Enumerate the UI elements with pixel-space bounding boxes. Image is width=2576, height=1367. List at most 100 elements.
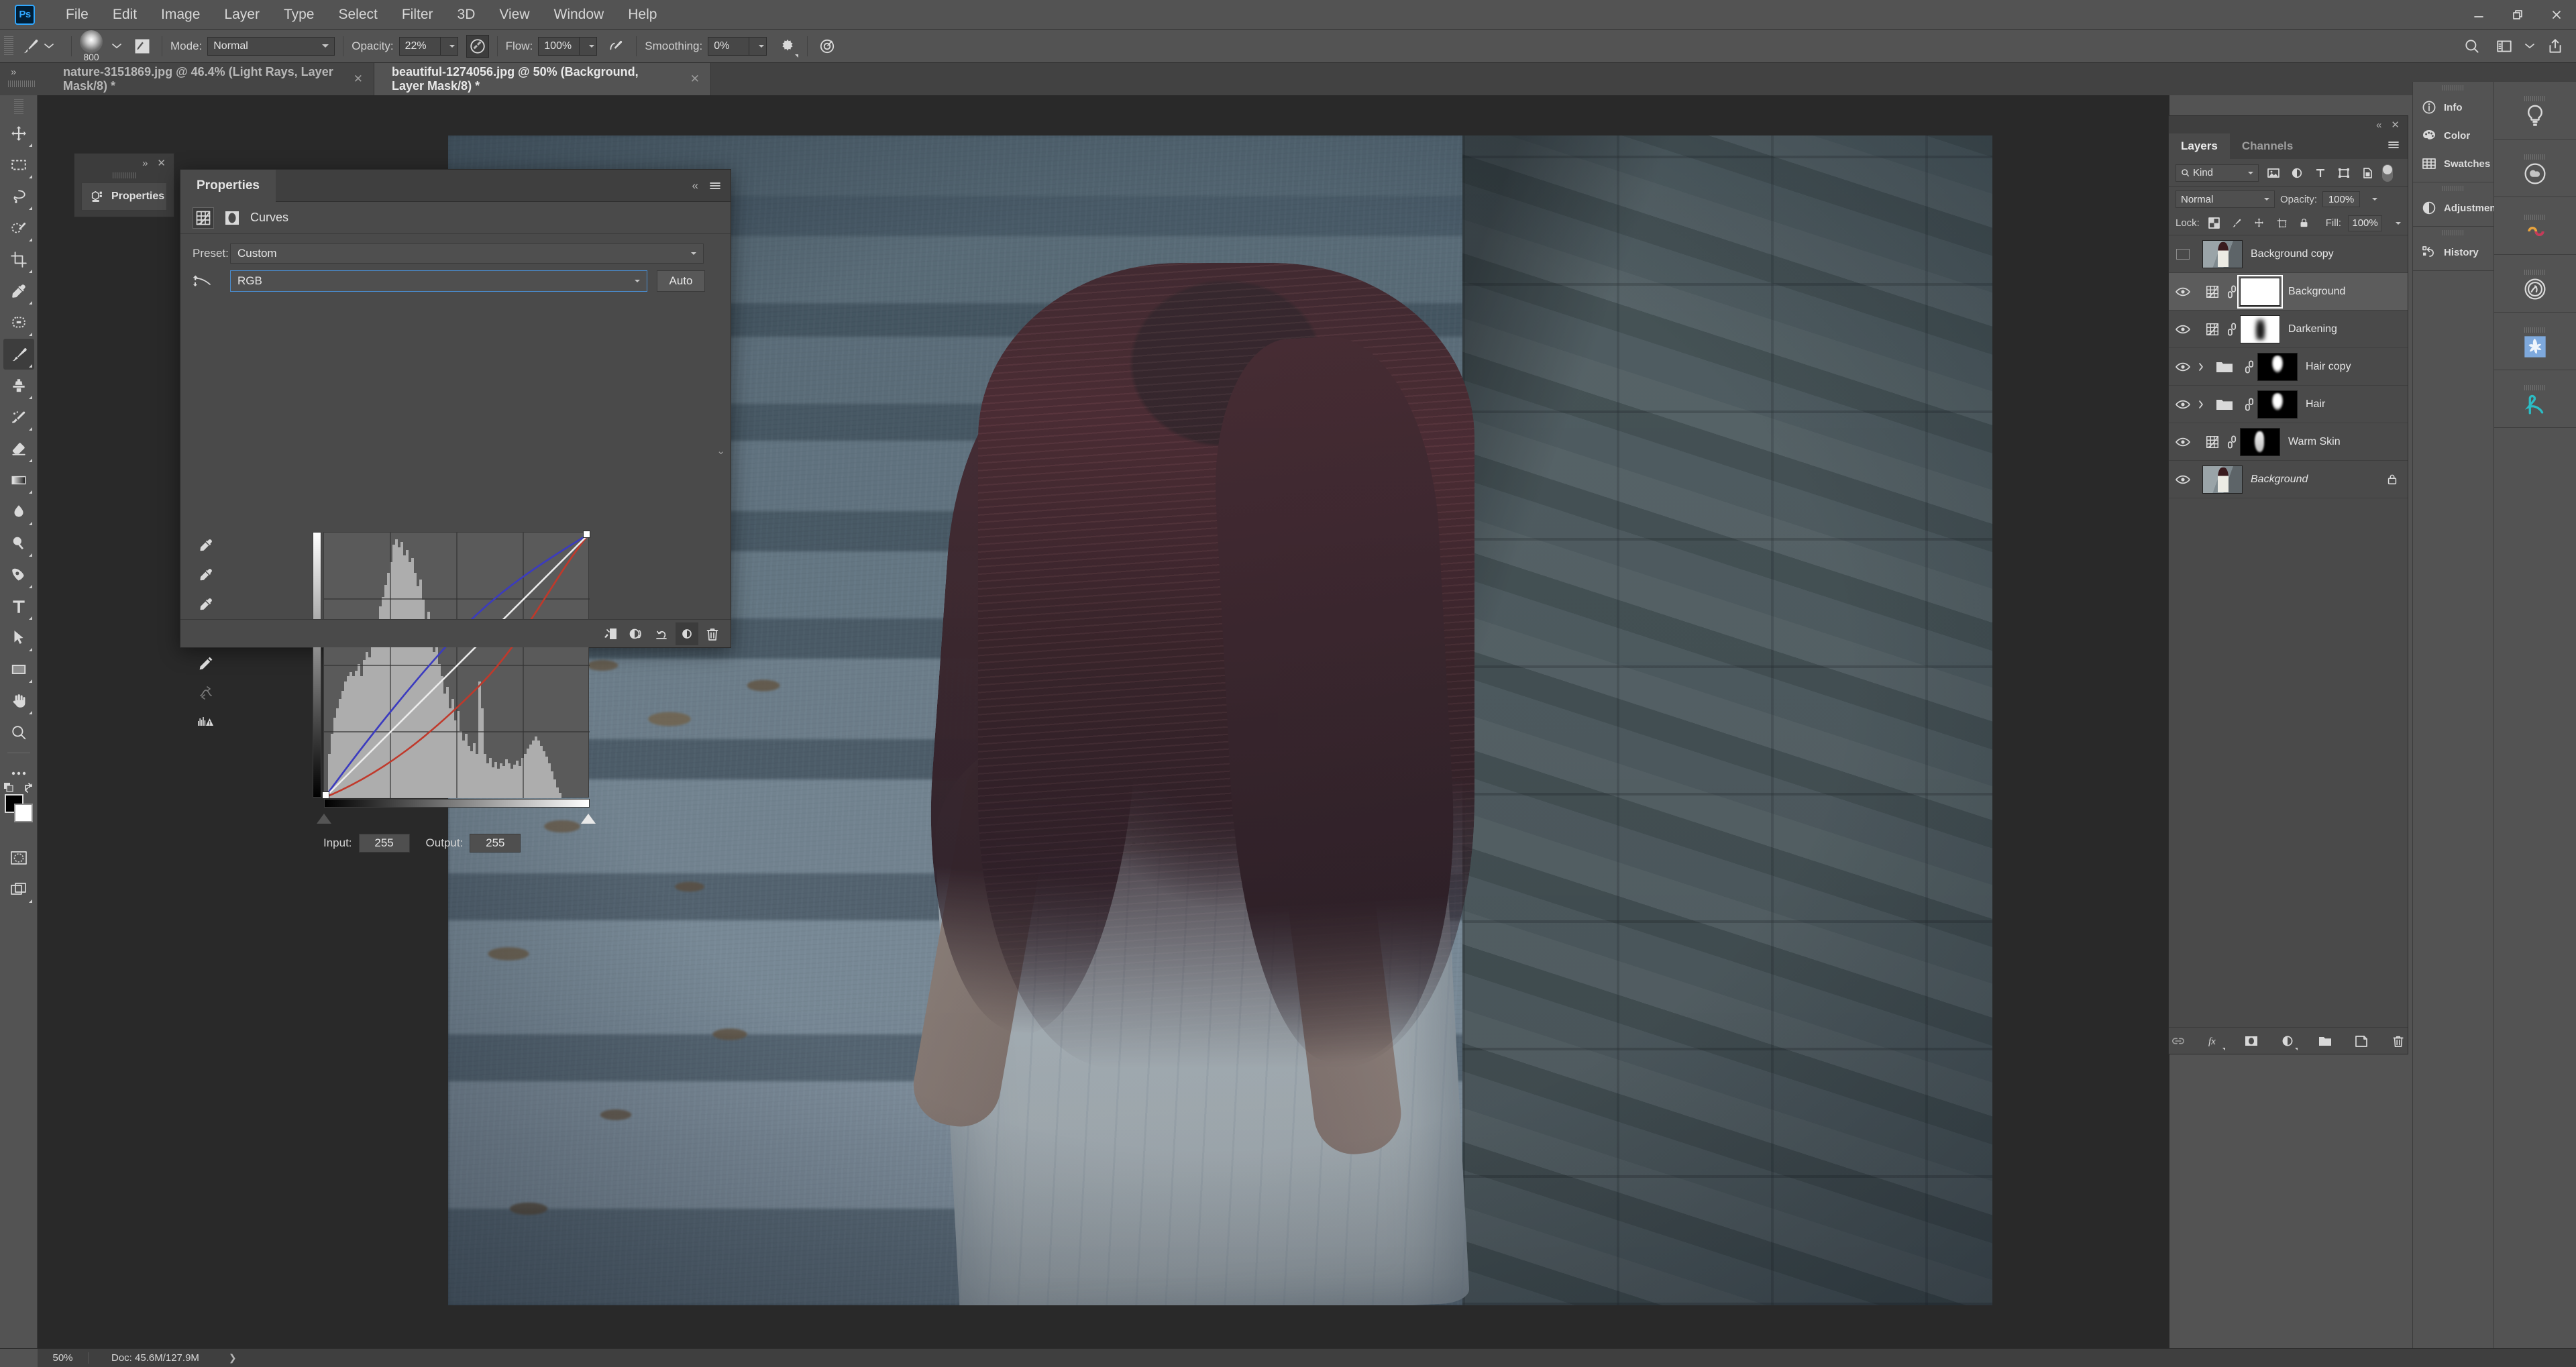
filter-smart-objects[interactable]: [2359, 164, 2376, 182]
brush-size-preview[interactable]: 800: [80, 30, 103, 62]
filter-type-layers[interactable]: [2312, 164, 2329, 182]
dock-grip[interactable]: [2524, 96, 2546, 101]
gradient-tool[interactable]: [3, 465, 34, 496]
tool-flyout-indicator[interactable]: [28, 396, 32, 399]
auto-button[interactable]: Auto: [657, 270, 705, 292]
swap-colors-icon[interactable]: [23, 782, 34, 793]
tool-flyout-indicator[interactable]: [28, 144, 32, 147]
minimize-button[interactable]: [2459, 0, 2498, 30]
lock-transparent-pixels[interactable]: [2206, 215, 2222, 232]
mask-link-icon[interactable]: [2224, 323, 2240, 336]
clip-to-layer-button[interactable]: [599, 622, 622, 645]
dodge-tool[interactable]: [3, 528, 34, 559]
layer-thumbnail[interactable]: [2202, 465, 2243, 494]
hand-tool[interactable]: [3, 686, 34, 716]
tool-flyout-indicator[interactable]: [28, 207, 32, 210]
dock-grip[interactable]: [2524, 154, 2546, 160]
layer-row[interactable]: Background: [2169, 273, 2408, 311]
expand-chevrons-icon[interactable]: »: [11, 66, 16, 78]
layer-row[interactable]: Hair copy: [2169, 348, 2408, 386]
layer-row[interactable]: Hair: [2169, 386, 2408, 423]
curves-icon[interactable]: [193, 207, 214, 229]
white-input-slider[interactable]: [581, 814, 596, 824]
input-field[interactable]: 255: [358, 834, 410, 853]
blend-mode-select[interactable]: Normal: [207, 36, 335, 56]
mask-link-icon[interactable]: [2241, 360, 2257, 374]
preset-select[interactable]: Custom: [230, 243, 704, 264]
menu-file[interactable]: File: [54, 0, 101, 30]
close-tab-icon[interactable]: ✕: [690, 72, 700, 86]
filter-pixel-layers[interactable]: [2265, 164, 2282, 182]
filter-kind-select[interactable]: Kind: [2176, 164, 2259, 182]
opacity-dropdown-button[interactable]: [440, 36, 458, 56]
dock-item-color[interactable]: Color: [2413, 121, 2493, 150]
properties-dock-grip[interactable]: [113, 172, 136, 178]
brush-tool-preset-icon[interactable]: [19, 35, 42, 58]
expand-group-chevron-icon[interactable]: [2197, 399, 2208, 410]
menu-view[interactable]: View: [487, 0, 541, 30]
layer-row[interactable]: Background: [2169, 461, 2408, 498]
curves-adjustment-icon[interactable]: [2201, 435, 2224, 449]
new-group-button[interactable]: [2315, 1031, 2334, 1051]
mask-link-icon[interactable]: [2224, 435, 2240, 449]
tool-flyout-indicator[interactable]: [28, 616, 32, 620]
tool-flyout-indicator[interactable]: [28, 899, 32, 903]
black-point-eyedropper[interactable]: [193, 532, 219, 559]
tool-flyout-indicator[interactable]: [28, 333, 32, 336]
panel-scroll-chevron-icon[interactable]: ⌄: [716, 445, 725, 457]
rail-item-brand-script[interactable]: [2494, 370, 2576, 428]
gray-point-eyedropper[interactable]: [193, 561, 219, 588]
pencil-draw-curve-tool[interactable]: [193, 650, 219, 677]
menu-select[interactable]: Select: [326, 0, 389, 30]
black-input-slider[interactable]: [317, 814, 331, 824]
history-brush-tool[interactable]: [3, 402, 34, 433]
menu-3d[interactable]: 3D: [445, 0, 488, 30]
crop-tool[interactable]: [3, 244, 34, 275]
menu-window[interactable]: Window: [542, 0, 616, 30]
mask-link-icon[interactable]: [2241, 398, 2257, 411]
toggle-visibility-button[interactable]: [676, 622, 698, 645]
type-tool[interactable]: [3, 591, 34, 622]
maximize-button[interactable]: [2498, 0, 2537, 30]
flow-dropdown-button[interactable]: [580, 36, 598, 56]
layer-visibility-toggle[interactable]: [2169, 248, 2197, 260]
channel-select[interactable]: RGB: [230, 270, 647, 292]
pressure-opacity-toggle[interactable]: [466, 34, 489, 58]
layer-style-button[interactable]: fx: [2206, 1031, 2226, 1051]
histogram-warning-icon[interactable]: [193, 709, 219, 736]
lock-all[interactable]: [2296, 215, 2312, 232]
options-bar-grip[interactable]: [4, 36, 13, 56]
rail-item-stock[interactable]: [2494, 313, 2576, 370]
tool-flyout-indicator[interactable]: [28, 522, 32, 525]
brush-tool[interactable]: [3, 339, 34, 370]
workspace-switcher-icon[interactable]: [2493, 35, 2516, 58]
menu-edit[interactable]: Edit: [101, 0, 149, 30]
layer-thumbnail[interactable]: [2257, 352, 2298, 381]
quick-mask-button[interactable]: [3, 842, 34, 873]
document-tab-1[interactable]: nature-3151869.jpg @ 46.4% (Light Rays, …: [46, 63, 374, 95]
search-icon[interactable]: [2461, 35, 2483, 58]
layer-thumbnail[interactable]: [2257, 390, 2298, 419]
menu-layer[interactable]: Layer: [212, 0, 272, 30]
default-colors-icon[interactable]: [3, 782, 14, 793]
share-icon[interactable]: [2544, 35, 2567, 58]
reset-adjustment-button[interactable]: [650, 622, 673, 645]
dock-grip[interactable]: [2443, 186, 2464, 191]
filter-adjustment-layers[interactable]: [2288, 164, 2306, 182]
panel-menu-icon[interactable]: [709, 181, 721, 190]
clone-stamp-tool[interactable]: [3, 370, 34, 401]
dock-item-history[interactable]: History: [2413, 238, 2493, 266]
brush-size-chevron-icon[interactable]: [112, 43, 121, 49]
dock-grip[interactable]: [2524, 270, 2546, 275]
smoothing-input[interactable]: 0%: [708, 36, 750, 56]
document-tab-2[interactable]: beautiful-1274056.jpg @ 50% (Background,…: [374, 63, 711, 95]
menu-type[interactable]: Type: [272, 0, 327, 30]
layer-visibility-toggle[interactable]: [2169, 324, 2197, 335]
smoothing-settings-button[interactable]: [776, 35, 799, 58]
path-selection-tool[interactable]: [3, 622, 34, 653]
flow-input[interactable]: 100%: [538, 36, 580, 56]
menu-filter[interactable]: Filter: [390, 0, 445, 30]
rectangular-marquee-tool[interactable]: [3, 150, 34, 180]
lasso-tool[interactable]: [3, 181, 34, 212]
lock-artboard-nesting[interactable]: [2274, 215, 2290, 232]
